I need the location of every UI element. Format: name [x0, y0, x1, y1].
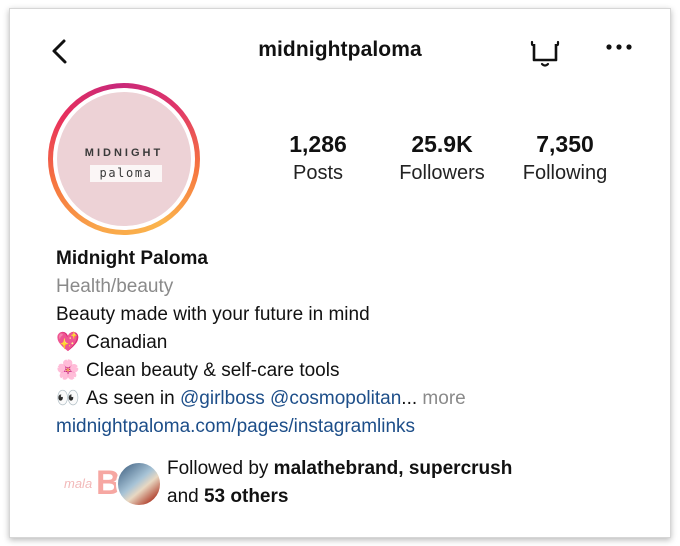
- followed-by-and: and: [167, 486, 204, 507]
- profile-avatar[interactable]: MIDNIGHT paloma: [48, 83, 200, 235]
- flower-emoji-icon: 🌸: [56, 360, 80, 381]
- page-title: midnightpaloma: [258, 38, 422, 61]
- avatar-text: mala: [64, 476, 93, 491]
- as-seen-in-text: As seen in: [86, 388, 180, 409]
- more-options-button[interactable]: [604, 39, 634, 59]
- followed-by-others[interactable]: 53 others: [204, 486, 288, 507]
- logo-line-2: paloma: [90, 165, 162, 182]
- bio-line-canadian-text: Canadian: [86, 332, 168, 353]
- avatar: mala B: [56, 462, 122, 506]
- eyes-emoji-icon: 👀: [56, 388, 80, 409]
- follower-malathebrand[interactable]: malathebrand: [274, 458, 399, 479]
- logo-line-1: MIDNIGHT: [84, 147, 164, 159]
- followers-label: Followers: [399, 162, 485, 184]
- bio-tagline: Beauty made with your future in mind: [56, 304, 370, 325]
- bio-line-canadian: 💖 Canadian: [56, 329, 636, 357]
- bio-line-as-seen-in: 👀 As seen in @girlboss @cosmopolitan... m…: [56, 385, 636, 413]
- category-label: Health/beauty: [56, 276, 174, 297]
- bio-ellipsis: ...: [401, 388, 418, 409]
- posts-label: Posts: [292, 162, 344, 184]
- posts-count: 1,286: [289, 131, 347, 157]
- avatar: [116, 461, 162, 507]
- follower-separator: ,: [398, 458, 409, 479]
- more-horizontal-icon: [606, 44, 632, 50]
- bio-line-clean-beauty-text: Clean beauty & self-care tools: [86, 360, 340, 381]
- profile-screen: midnightpaloma MIDNIGHT paloma 1,286 Pos…: [9, 8, 671, 538]
- follower-supercrush[interactable]: supercrush: [409, 458, 512, 479]
- followers-count: 25.9K: [411, 131, 473, 157]
- bell-icon: [530, 40, 560, 67]
- mention-cosmopolitan[interactable]: @cosmopolitan: [270, 388, 401, 409]
- bio-line-clean-beauty: 🌸 Clean beauty & self-care tools: [56, 357, 636, 385]
- display-name: Midnight Paloma: [56, 248, 208, 269]
- followed-by-text[interactable]: Followed by malathebrand, supercrush and…: [167, 455, 512, 511]
- following-label: Following: [522, 162, 608, 184]
- posts-stat[interactable]: 1,286 Posts: [280, 131, 356, 187]
- brand-logo: MIDNIGHT paloma: [57, 92, 191, 226]
- following-count: 7,350: [536, 131, 594, 157]
- heart-emoji-icon: 💖: [56, 332, 80, 353]
- followed-by-avatars[interactable]: mala B: [56, 459, 162, 509]
- mention-girlboss[interactable]: @girlboss: [180, 388, 265, 409]
- avatar-border: MIDNIGHT paloma: [53, 88, 195, 230]
- followers-stat[interactable]: 25.9K Followers: [392, 131, 492, 187]
- profile-bio: Midnight Paloma Health/beauty Beauty mad…: [56, 245, 636, 441]
- website-link[interactable]: midnightpaloma.com/pages/instagramlinks: [56, 413, 636, 441]
- followed-by-prefix: Followed by: [167, 458, 274, 479]
- bio-more-link[interactable]: more: [422, 388, 465, 409]
- notifications-button[interactable]: [529, 39, 561, 69]
- following-stat[interactable]: 7,350 Following: [515, 131, 615, 187]
